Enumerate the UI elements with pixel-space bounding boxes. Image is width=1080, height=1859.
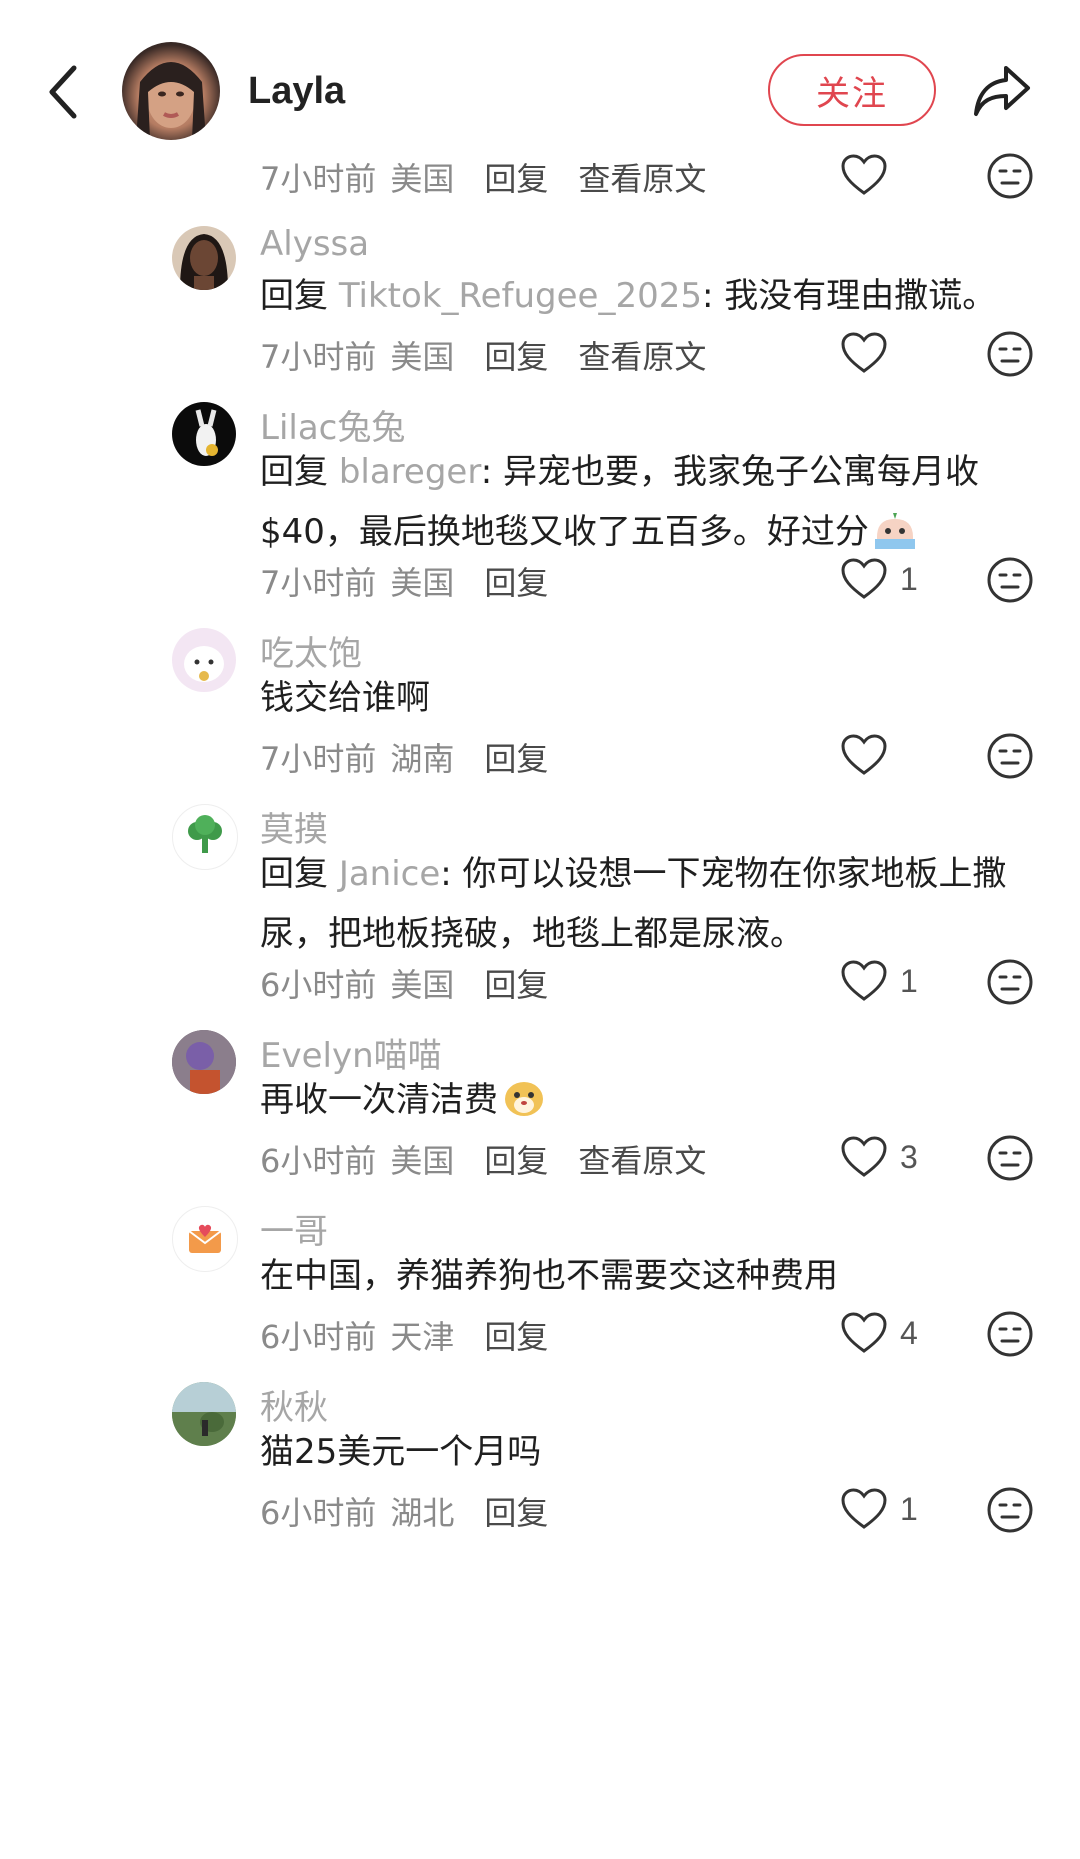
comment-text: 回复 Janice: 你可以设想一下宠物在你家地板上撒尿，把地板挠破，地毯上都是…: [260, 844, 1050, 964]
heart-outline-icon: [840, 153, 888, 197]
view-original-button[interactable]: 查看原文: [578, 154, 706, 200]
heart-outline-icon: [840, 331, 888, 375]
neutral-face-icon[interactable]: [986, 732, 1034, 780]
share-arrow-icon[interactable]: [970, 60, 1034, 120]
comment-time: 7小时前: [260, 740, 377, 778]
comment-text: 在中国，养猫养狗也不需要交这种费用: [260, 1246, 1050, 1306]
like-button[interactable]: 1: [840, 554, 918, 604]
comment-location: 天津: [390, 1318, 455, 1356]
user-avatar[interactable]: [172, 628, 236, 692]
comment-time: 7小时前: [260, 160, 377, 198]
neutral-face-icon[interactable]: [986, 1134, 1034, 1182]
reply-prefix: 回复: [260, 452, 328, 492]
reply-button[interactable]: 回复: [484, 1488, 548, 1534]
comment-meta: 6小时前 天津 回复: [260, 1312, 578, 1358]
like-count: 3: [900, 1138, 918, 1175]
like-button[interactable]: 3: [840, 1132, 918, 1182]
neutral-face-icon[interactable]: [986, 152, 1034, 200]
comment-text: 猫25美元一个月吗: [260, 1422, 1050, 1482]
like-count: 1: [900, 560, 918, 597]
reply-prefix: 回复: [260, 276, 328, 316]
like-button[interactable]: [840, 328, 888, 378]
comment-meta: 7小时前 美国 回复: [260, 558, 578, 604]
comment-time: 6小时前: [260, 1494, 377, 1532]
like-count: 4: [900, 1314, 918, 1351]
user-avatar[interactable]: [172, 402, 236, 466]
comment-location: 美国: [390, 966, 455, 1004]
heart-outline-icon: [840, 557, 888, 601]
mention-username[interactable]: blareger: [339, 452, 481, 492]
comment-body: 在中国，养猫养狗也不需要交这种费用: [260, 1256, 838, 1296]
comment-text: 再收一次清洁费: [260, 1070, 1050, 1130]
mention-username[interactable]: Janice: [339, 854, 440, 894]
like-count: 1: [900, 1490, 918, 1527]
crying-face-icon: [873, 507, 917, 551]
reply-button[interactable]: 回复: [484, 154, 548, 200]
comment-time: 6小时前: [260, 1318, 377, 1356]
comment-meta: 6小时前 美国 回复 查看原文: [260, 1136, 736, 1182]
back-chevron-icon[interactable]: [44, 62, 84, 122]
comment-meta: 7小时前 美国 回复 查看原文: [260, 332, 736, 378]
comment-body: 再收一次清洁费: [260, 1080, 498, 1120]
heart-outline-icon: [840, 1135, 888, 1179]
neutral-face-icon[interactable]: [986, 1310, 1034, 1358]
user-avatar[interactable]: [172, 1206, 238, 1272]
reply-button[interactable]: 回复: [484, 332, 548, 378]
comment-time: 7小时前: [260, 564, 377, 602]
like-button[interactable]: 4: [840, 1308, 918, 1358]
reply-button[interactable]: 回复: [484, 734, 548, 780]
comment-meta: 7小时前 美国 回复 查看原文: [260, 154, 736, 200]
comment-item-previous: 7小时前 美国 回复 查看原文: [0, 150, 1080, 210]
comment-body: 猫25美元一个月吗: [260, 1432, 542, 1472]
follow-button[interactable]: 关注: [768, 54, 936, 126]
neutral-face-icon[interactable]: [986, 556, 1034, 604]
comment-meta: 7小时前 湖南 回复: [260, 734, 578, 780]
like-button[interactable]: [840, 730, 888, 780]
comment-body: 钱交给谁啊: [260, 678, 430, 718]
comment-text: 回复 Tiktok_Refugee_2025: 我没有理由撒谎。: [260, 266, 1050, 326]
comment-location: 美国: [390, 160, 455, 198]
user-avatar[interactable]: [172, 226, 236, 290]
heart-outline-icon: [840, 959, 888, 1003]
comment-time: 6小时前: [260, 1142, 377, 1180]
reply-prefix: 回复: [260, 854, 328, 894]
reply-button[interactable]: 回复: [484, 1136, 548, 1182]
comment-location: 美国: [390, 338, 455, 376]
neutral-face-icon[interactable]: [986, 330, 1034, 378]
comment-time: 6小时前: [260, 966, 377, 1004]
heart-outline-icon: [840, 733, 888, 777]
neutral-face-icon[interactable]: [986, 958, 1034, 1006]
heart-outline-icon: [840, 1487, 888, 1531]
top-bar: Layla 关注: [0, 0, 1080, 160]
user-avatar[interactable]: [172, 1030, 236, 1094]
user-avatar[interactable]: [172, 804, 238, 870]
heart-outline-icon: [840, 1311, 888, 1355]
comment-text: 钱交给谁啊: [260, 668, 1050, 728]
like-button[interactable]: [840, 150, 888, 200]
author-avatar[interactable]: [122, 42, 220, 140]
like-count: 1: [900, 962, 918, 999]
reply-button[interactable]: 回复: [484, 1312, 548, 1358]
user-avatar[interactable]: [172, 1382, 236, 1446]
mention-username[interactable]: Tiktok_Refugee_2025: [339, 276, 702, 316]
view-original-button[interactable]: 查看原文: [578, 332, 706, 378]
neutral-face-icon[interactable]: [986, 1486, 1034, 1534]
view-original-button[interactable]: 查看原文: [578, 1136, 706, 1182]
comment-location: 湖南: [390, 740, 455, 778]
comment-time: 7小时前: [260, 338, 377, 376]
like-button[interactable]: 1: [840, 1484, 918, 1534]
comment-meta: 6小时前 湖北 回复: [260, 1488, 578, 1534]
reply-button[interactable]: 回复: [484, 960, 548, 1006]
comment-location: 湖北: [390, 1494, 455, 1532]
username[interactable]: Alyssa: [260, 224, 369, 264]
comment-body: : 我没有理由撒谎。: [701, 276, 997, 316]
author-name[interactable]: Layla: [248, 70, 345, 113]
dog-face-icon: [502, 1075, 546, 1119]
reply-button[interactable]: 回复: [484, 558, 548, 604]
comment-meta: 6小时前 美国 回复: [260, 960, 578, 1006]
comment-text: 回复 blareger: 异宠也要，我家兔子公寓每月收$40，最后换地毯又收了五…: [260, 442, 1050, 562]
comment-location: 美国: [390, 564, 455, 602]
like-button[interactable]: 1: [840, 956, 918, 1006]
comment-location: 美国: [390, 1142, 455, 1180]
